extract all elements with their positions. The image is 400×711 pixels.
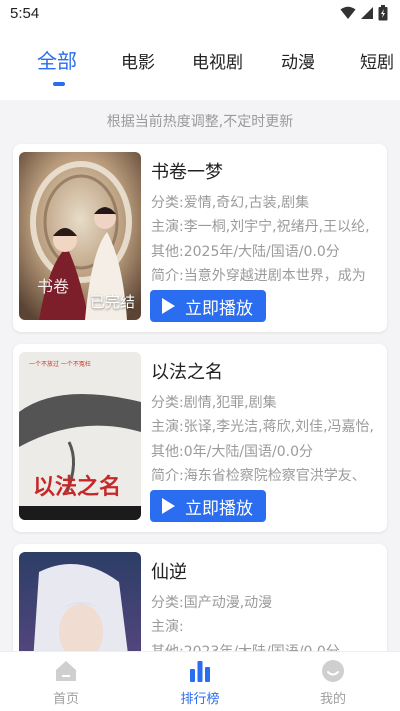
nav-ranking[interactable]: 排行榜: [160, 658, 240, 707]
svg-text:以法之名: 以法之名: [33, 474, 121, 500]
profile-smile-icon: [322, 660, 344, 682]
show-other-info: 其他:0年/大陆/国语/0.0分: [151, 444, 314, 460]
tab-movies[interactable]: 电影: [121, 48, 155, 73]
play-now-button[interactable]: 立即播放: [150, 490, 266, 522]
play-now-label: 立即播放: [185, 498, 253, 519]
show-category: 分类:剧情,犯罪,剧集: [151, 395, 277, 411]
show-cast: 主演:张译,李光洁,蒋欣,刘佳,冯嘉怡,: [151, 419, 374, 435]
status-icons: [340, 5, 388, 21]
ranking-bars-icon: [190, 661, 210, 682]
show-cast: 主演:李一桐,刘宇宁,祝绪丹,王以纶,: [151, 219, 370, 235]
play-icon: [162, 498, 175, 514]
tab-tv-series[interactable]: 电视剧: [192, 48, 243, 73]
poster-image[interactable]: 书卷 已完结: [19, 152, 141, 320]
nav-profile-label: 我的: [319, 692, 346, 707]
play-now-label: 立即播放: [185, 298, 253, 319]
battery-icon: [378, 5, 388, 21]
wifi-icon: [340, 6, 356, 19]
svg-text:一个不放过 一个不冤枉: 一个不放过 一个不冤枉: [29, 360, 91, 368]
nav-home[interactable]: 首页: [26, 658, 106, 707]
show-intro: 简介:当意外穿越进剧本世界，成为: [151, 268, 366, 284]
bottom-navigation: 首页 排行榜 我的: [0, 651, 400, 711]
status-bar: 5:54: [0, 0, 400, 28]
list-item[interactable]: 一个不放过 一个不冤枉 以法之名 以法之名 分类:剧情,犯罪,剧集 主演:张译,…: [13, 344, 387, 532]
nav-profile[interactable]: 我的: [293, 658, 373, 707]
home-icon: [56, 661, 76, 681]
category-tabs: 全部 电影 电视剧 动漫 短剧: [0, 28, 400, 100]
play-now-button[interactable]: 立即播放: [150, 290, 266, 322]
tab-anime[interactable]: 动漫: [281, 48, 315, 73]
status-time: 5:54: [10, 5, 40, 22]
nav-home-label: 首页: [52, 692, 79, 707]
play-icon: [162, 298, 175, 314]
list-item[interactable]: 书卷 已完结 书卷一梦 分类:爱情,奇幻,古装,剧集 主演:李一桐,刘宇宁,祝绪…: [13, 144, 387, 332]
nav-ranking-label: 排行榜: [180, 692, 220, 707]
tab-short-drama[interactable]: 短剧: [360, 48, 394, 73]
tab-all[interactable]: 全部: [37, 45, 77, 74]
update-hint: 根据当前热度调整,不定时更新: [106, 114, 294, 130]
show-category: 分类:爱情,奇幻,古装,剧集: [151, 195, 310, 211]
cell-signal-icon: [361, 7, 373, 19]
svg-text:书卷: 书卷: [37, 277, 69, 296]
show-title[interactable]: 书卷一梦: [151, 158, 223, 184]
show-category: 分类:国产动漫,动漫: [151, 595, 273, 611]
show-intro: 简介:海东省检察院检察官洪学友、: [151, 468, 366, 484]
poster-image[interactable]: 一个不放过 一个不冤枉 以法之名: [19, 352, 141, 520]
active-tab-indicator: [53, 82, 65, 86]
show-title[interactable]: 以法之名: [151, 358, 223, 384]
show-other-info: 其他:2025年/大陆/国语/0.0分: [151, 244, 340, 260]
show-title[interactable]: 仙逆: [151, 558, 187, 584]
completed-badge: 已完结: [89, 293, 135, 311]
show-cast: 主演:: [151, 619, 184, 635]
